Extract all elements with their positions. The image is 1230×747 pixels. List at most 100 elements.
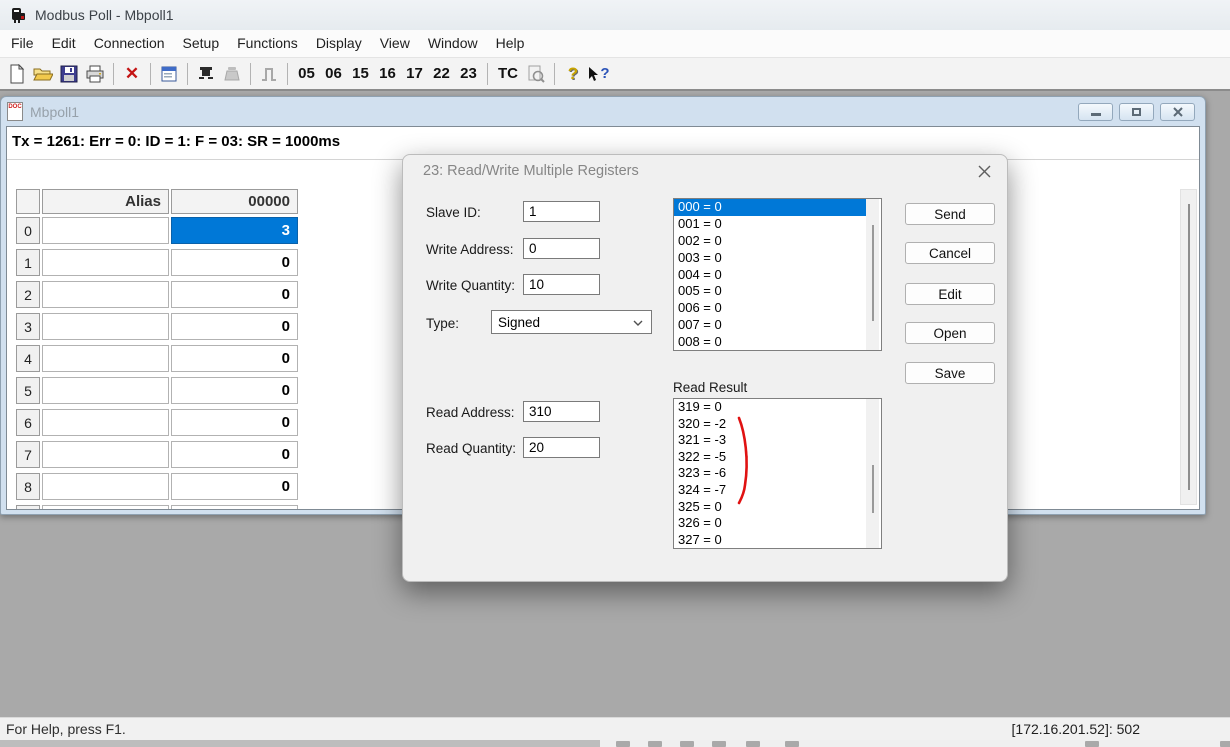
poll-definition-icon[interactable] xyxy=(193,61,219,87)
slave-id-field[interactable] xyxy=(523,201,600,222)
alias-cell[interactable] xyxy=(42,249,169,276)
grid-vertical-scrollbar[interactable] xyxy=(1180,189,1197,505)
row-header[interactable]: 2 xyxy=(16,281,40,308)
print-icon[interactable] xyxy=(82,61,108,87)
new-document-icon[interactable] xyxy=(4,61,30,87)
row-header[interactable]: 0 xyxy=(16,217,40,244)
open-folder-icon[interactable] xyxy=(30,61,56,87)
display-setup-icon[interactable] xyxy=(156,61,182,87)
function-22-button[interactable]: 22 xyxy=(428,65,455,82)
value-cell[interactable]: 0 xyxy=(171,409,298,436)
read-list-scrollbar[interactable] xyxy=(866,399,879,548)
row-header[interactable]: 6 xyxy=(16,409,40,436)
value-cell[interactable]: 0 xyxy=(171,345,298,372)
alias-cell[interactable] xyxy=(42,313,169,340)
value-cell[interactable]: 0 xyxy=(171,313,298,340)
alias-cell[interactable] xyxy=(42,217,169,244)
value-cell[interactable]: 0 xyxy=(171,441,298,468)
menu-item[interactable]: File xyxy=(2,30,43,57)
list-item[interactable]: 008 = 0 xyxy=(674,334,881,351)
alias-cell[interactable] xyxy=(42,377,169,404)
minimize-button[interactable] xyxy=(1078,103,1113,121)
row-header[interactable]: 3 xyxy=(16,313,40,340)
list-item[interactable]: 320 = -2 xyxy=(674,416,881,433)
send-button[interactable]: Send xyxy=(905,203,995,225)
save-icon[interactable] xyxy=(56,61,82,87)
write-address-field[interactable] xyxy=(523,238,600,259)
context-help-icon[interactable]: ? xyxy=(586,61,612,87)
row-header[interactable]: 4 xyxy=(16,345,40,372)
menu-item[interactable]: Edit xyxy=(43,30,85,57)
pulse-icon[interactable] xyxy=(256,61,282,87)
value-cell[interactable]: 0 xyxy=(171,249,298,276)
dialog-title-bar[interactable]: 23: Read/Write Multiple Registers xyxy=(403,155,1007,187)
test-center-button[interactable]: TC xyxy=(493,65,523,82)
write-list-scrollbar[interactable] xyxy=(866,199,879,350)
write-quantity-field[interactable] xyxy=(523,274,600,295)
list-item[interactable]: 003 = 0 xyxy=(674,250,881,267)
dialog-close-icon[interactable] xyxy=(975,162,993,180)
list-item[interactable]: 000 = 0 xyxy=(674,199,868,216)
row-header[interactable]: 5 xyxy=(16,377,40,404)
communication-icon[interactable] xyxy=(219,61,245,87)
list-item[interactable]: 004 = 0 xyxy=(674,267,881,284)
alias-cell[interactable] xyxy=(42,281,169,308)
function-15-button[interactable]: 15 xyxy=(347,65,374,82)
list-item[interactable]: 326 = 0 xyxy=(674,515,881,532)
type-dropdown[interactable]: Signed xyxy=(491,310,652,334)
alias-cell[interactable] xyxy=(42,441,169,468)
cancel-button[interactable]: Cancel xyxy=(905,242,995,264)
list-item[interactable]: 006 = 0 xyxy=(674,300,881,317)
value-column-header[interactable]: 00000 xyxy=(171,189,298,214)
value-cell[interactable]: 3 xyxy=(171,217,298,244)
edit-button[interactable]: Edit xyxy=(905,283,995,305)
delete-icon[interactable]: ✕ xyxy=(119,61,145,87)
value-cell[interactable]: 0 xyxy=(171,377,298,404)
function-17-button[interactable]: 17 xyxy=(401,65,428,82)
list-item[interactable]: 002 = 0 xyxy=(674,233,881,250)
row-header[interactable]: 8 xyxy=(16,473,40,500)
list-item[interactable]: 327 = 0 xyxy=(674,532,881,549)
menu-item[interactable]: Help xyxy=(487,30,534,57)
list-item[interactable]: 323 = -6 xyxy=(674,465,881,482)
menu-item[interactable]: Display xyxy=(307,30,371,57)
row-header[interactable]: 7 xyxy=(16,441,40,468)
alias-cell[interactable] xyxy=(42,473,169,500)
list-item[interactable]: 319 = 0 xyxy=(674,399,881,416)
menu-item[interactable]: Setup xyxy=(174,30,229,57)
function-16-button[interactable]: 16 xyxy=(374,65,401,82)
row-header[interactable]: 1 xyxy=(16,249,40,276)
value-cell[interactable]: 0 xyxy=(171,281,298,308)
zoom-document-icon[interactable] xyxy=(523,61,549,87)
list-item[interactable]: 325 = 0 xyxy=(674,499,881,516)
list-item[interactable]: 324 = -7 xyxy=(674,482,881,499)
alias-column-header[interactable]: Alias xyxy=(42,189,169,214)
close-button[interactable] xyxy=(1160,103,1195,121)
list-item[interactable]: 321 = -3 xyxy=(674,432,881,449)
menu-item[interactable]: Connection xyxy=(85,30,174,57)
alias-cell[interactable] xyxy=(42,409,169,436)
open-button[interactable]: Open xyxy=(905,322,995,344)
scrollbar-thumb[interactable] xyxy=(1188,204,1190,490)
restore-button[interactable] xyxy=(1119,103,1154,121)
write-values-listbox[interactable]: 000 = 0001 = 0002 = 0003 = 0004 = 0005 =… xyxy=(673,198,882,351)
function-23-button[interactable]: 23 xyxy=(455,65,482,82)
mbpoll1-title-bar[interactable]: DOC Mbpoll1 xyxy=(1,97,1205,126)
function-05-button[interactable]: 05 xyxy=(293,65,320,82)
read-address-field[interactable] xyxy=(523,401,600,422)
menu-item[interactable]: View xyxy=(371,30,419,57)
read-quantity-field[interactable] xyxy=(523,437,600,458)
save-button[interactable]: Save xyxy=(905,362,995,384)
list-item[interactable]: 005 = 0 xyxy=(674,283,881,300)
function-06-button[interactable]: 06 xyxy=(320,65,347,82)
list-item[interactable]: 001 = 0 xyxy=(674,216,881,233)
help-icon[interactable]: ? xyxy=(560,61,586,87)
value-cell[interactable]: 0 xyxy=(171,473,298,500)
menu-item[interactable]: Window xyxy=(419,30,487,57)
list-item[interactable]: 322 = -5 xyxy=(674,449,881,466)
alias-cell[interactable] xyxy=(42,345,169,372)
list-item[interactable]: 007 = 0 xyxy=(674,317,881,334)
read-result-listbox[interactable]: 319 = 0320 = -2321 = -3322 = -5323 = -63… xyxy=(673,398,882,549)
menu-item[interactable]: Functions xyxy=(228,30,307,57)
window-title: Modbus Poll - Mbpoll1 xyxy=(35,7,174,23)
